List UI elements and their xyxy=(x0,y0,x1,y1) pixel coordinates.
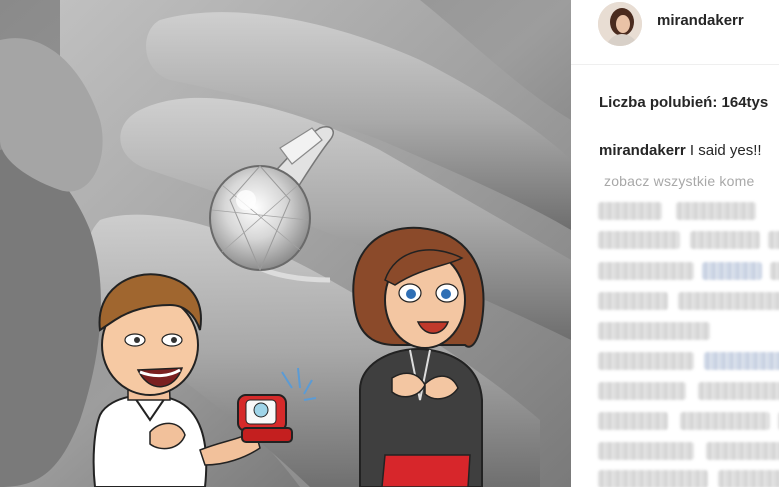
likes-count[interactable]: Liczba polubień: 164tys xyxy=(599,94,768,111)
likes-value: 164tys xyxy=(721,94,769,111)
post-header: mirandakerr xyxy=(571,0,779,65)
post-photo[interactable] xyxy=(0,0,571,487)
caption-username-link[interactable]: mirandakerr xyxy=(599,142,686,159)
post-side-panel: mirandakerr Liczba polubień: 164tys mira… xyxy=(571,0,779,487)
view-all-comments-link[interactable]: zobacz wszystkie kome xyxy=(604,173,754,189)
likes-label: Liczba polubień: xyxy=(599,94,718,111)
caption: mirandakerr I said yes!! xyxy=(599,142,762,159)
username-link[interactable]: mirandakerr xyxy=(657,12,744,29)
avatar[interactable] xyxy=(598,2,642,46)
caption-text: I said yes!! xyxy=(689,142,762,159)
